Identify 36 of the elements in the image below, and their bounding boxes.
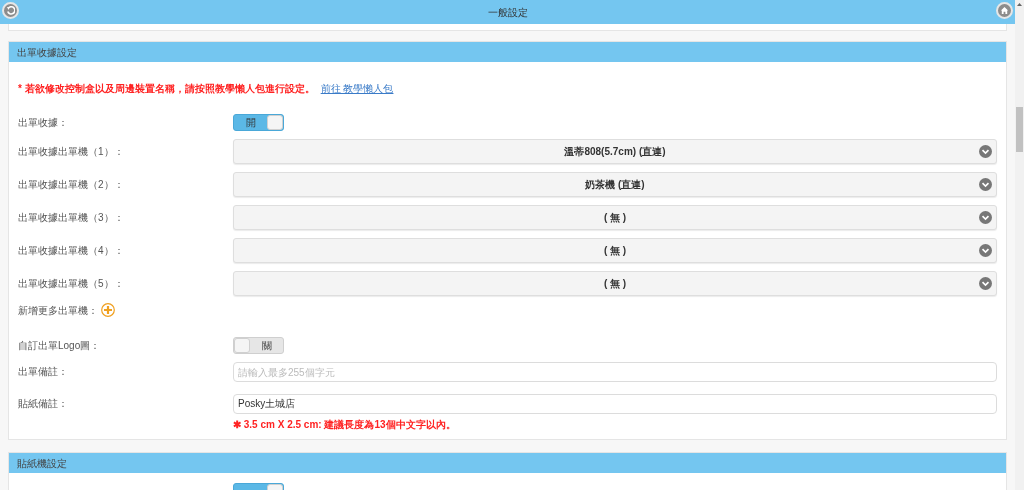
tutorial-link[interactable]: 前往 教學懶人包: [320, 80, 394, 96]
field-label: 貼紙備註：: [18, 397, 69, 411]
back-arrow-icon: [6, 6, 15, 15]
printer-dropdown[interactable]: ( 無 ): [233, 271, 997, 296]
field-label: 自訂出單Logo圖：: [18, 339, 102, 353]
printer-dropdown[interactable]: 溫蒂808(5.7cm) (直連): [233, 139, 997, 164]
field-label: 出單收據出單機（4）：: [18, 244, 125, 258]
home-icon: [1000, 6, 1009, 15]
printer-dropdown[interactable]: ( 無 ): [233, 238, 997, 263]
printer-dropdown[interactable]: ( 無 ): [233, 205, 997, 230]
field-label: 出單收據出單機（3）：: [18, 211, 125, 225]
field-label: 出單收據出單機（5）：: [18, 277, 125, 291]
toggle-switch[interactable]: 開: [233, 114, 284, 131]
back-button[interactable]: [2, 2, 19, 19]
scroll-up-icon[interactable]: [1017, 3, 1022, 6]
chevron-down-icon: [979, 277, 992, 290]
scrollbar-thumb[interactable]: [1016, 107, 1023, 152]
chevron-down-icon: [979, 145, 992, 158]
chevron-down-icon: [979, 211, 992, 224]
size-hint-note: ✱ 3.5 cm X 2.5 cm: 建議長度為13個中文字以內。: [233, 419, 457, 431]
page-title: 一般設定: [487, 5, 528, 20]
home-button[interactable]: [996, 2, 1013, 19]
add-printer-icon[interactable]: [101, 303, 115, 317]
printer-dropdown[interactable]: 奶茶機 (直連): [233, 172, 997, 197]
section-title: 出單收據設定: [17, 45, 77, 60]
field-label: 出單收據：: [18, 116, 69, 130]
field-label: 新增更多出單機：: [18, 303, 98, 318]
field-label: 出單收據出單機（2）：: [18, 178, 125, 192]
chevron-down-icon: [979, 244, 992, 257]
toggle-switch[interactable]: 關: [233, 337, 284, 354]
field-label: 出單備註：: [18, 365, 69, 379]
warning-notice: * 若欲修改控制盒以及周邊裝置名稱，請按照教學懶人包進行設定。: [18, 81, 315, 96]
section-title: 貼紙機設定: [17, 456, 67, 471]
text-input-field[interactable]: Posky土城店: [233, 394, 997, 414]
chevron-down-icon: [979, 178, 992, 191]
field-label: 出單收據出單機（1）：: [18, 145, 125, 159]
